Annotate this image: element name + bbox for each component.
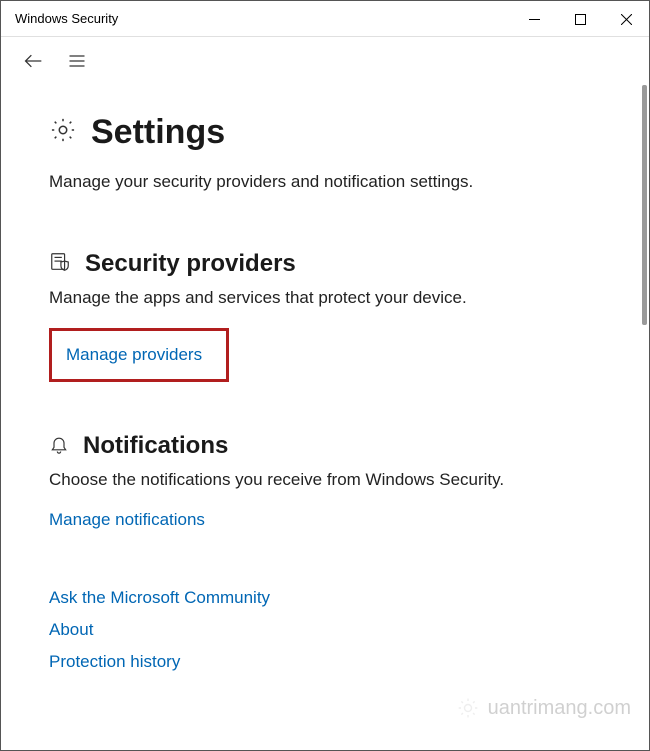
- security-title: Security providers: [85, 250, 296, 278]
- ask-community-link[interactable]: Ask the Microsoft Community: [49, 588, 601, 608]
- window-title: Windows Security: [1, 11, 511, 26]
- notifications-title: Notifications: [83, 432, 228, 460]
- footer-links: Ask the Microsoft Community About Protec…: [49, 588, 601, 672]
- scrollbar[interactable]: [642, 85, 647, 325]
- content: Settings Manage your security providers …: [1, 85, 649, 750]
- highlight-box: Manage providers: [49, 328, 229, 382]
- titlebar: Windows Security: [1, 1, 649, 37]
- toolbar: [1, 37, 649, 85]
- section-header: Notifications: [49, 432, 601, 460]
- protection-history-link[interactable]: Protection history: [49, 652, 601, 672]
- manage-notifications-link[interactable]: Manage notifications: [49, 510, 205, 530]
- security-providers-section: Security providers Manage the apps and s…: [49, 250, 601, 382]
- page-title: Settings: [91, 113, 225, 152]
- shield-checklist-icon: [49, 251, 71, 278]
- page-subtitle: Manage your security providers and notif…: [49, 172, 601, 192]
- page-header: Settings: [49, 113, 601, 152]
- security-desc: Manage the apps and services that protec…: [49, 288, 601, 308]
- section-header: Security providers: [49, 250, 601, 278]
- close-button[interactable]: [603, 1, 649, 37]
- menu-button[interactable]: [57, 41, 97, 81]
- window-controls: [511, 1, 649, 36]
- maximize-button[interactable]: [557, 1, 603, 37]
- back-button[interactable]: [13, 41, 53, 81]
- minimize-button[interactable]: [511, 1, 557, 37]
- notifications-desc: Choose the notifications you receive fro…: [49, 470, 601, 490]
- manage-providers-link[interactable]: Manage providers: [66, 345, 202, 365]
- bell-icon: [49, 434, 69, 459]
- notifications-section: Notifications Choose the notifications y…: [49, 432, 601, 530]
- gear-icon: [49, 116, 77, 149]
- about-link[interactable]: About: [49, 620, 601, 640]
